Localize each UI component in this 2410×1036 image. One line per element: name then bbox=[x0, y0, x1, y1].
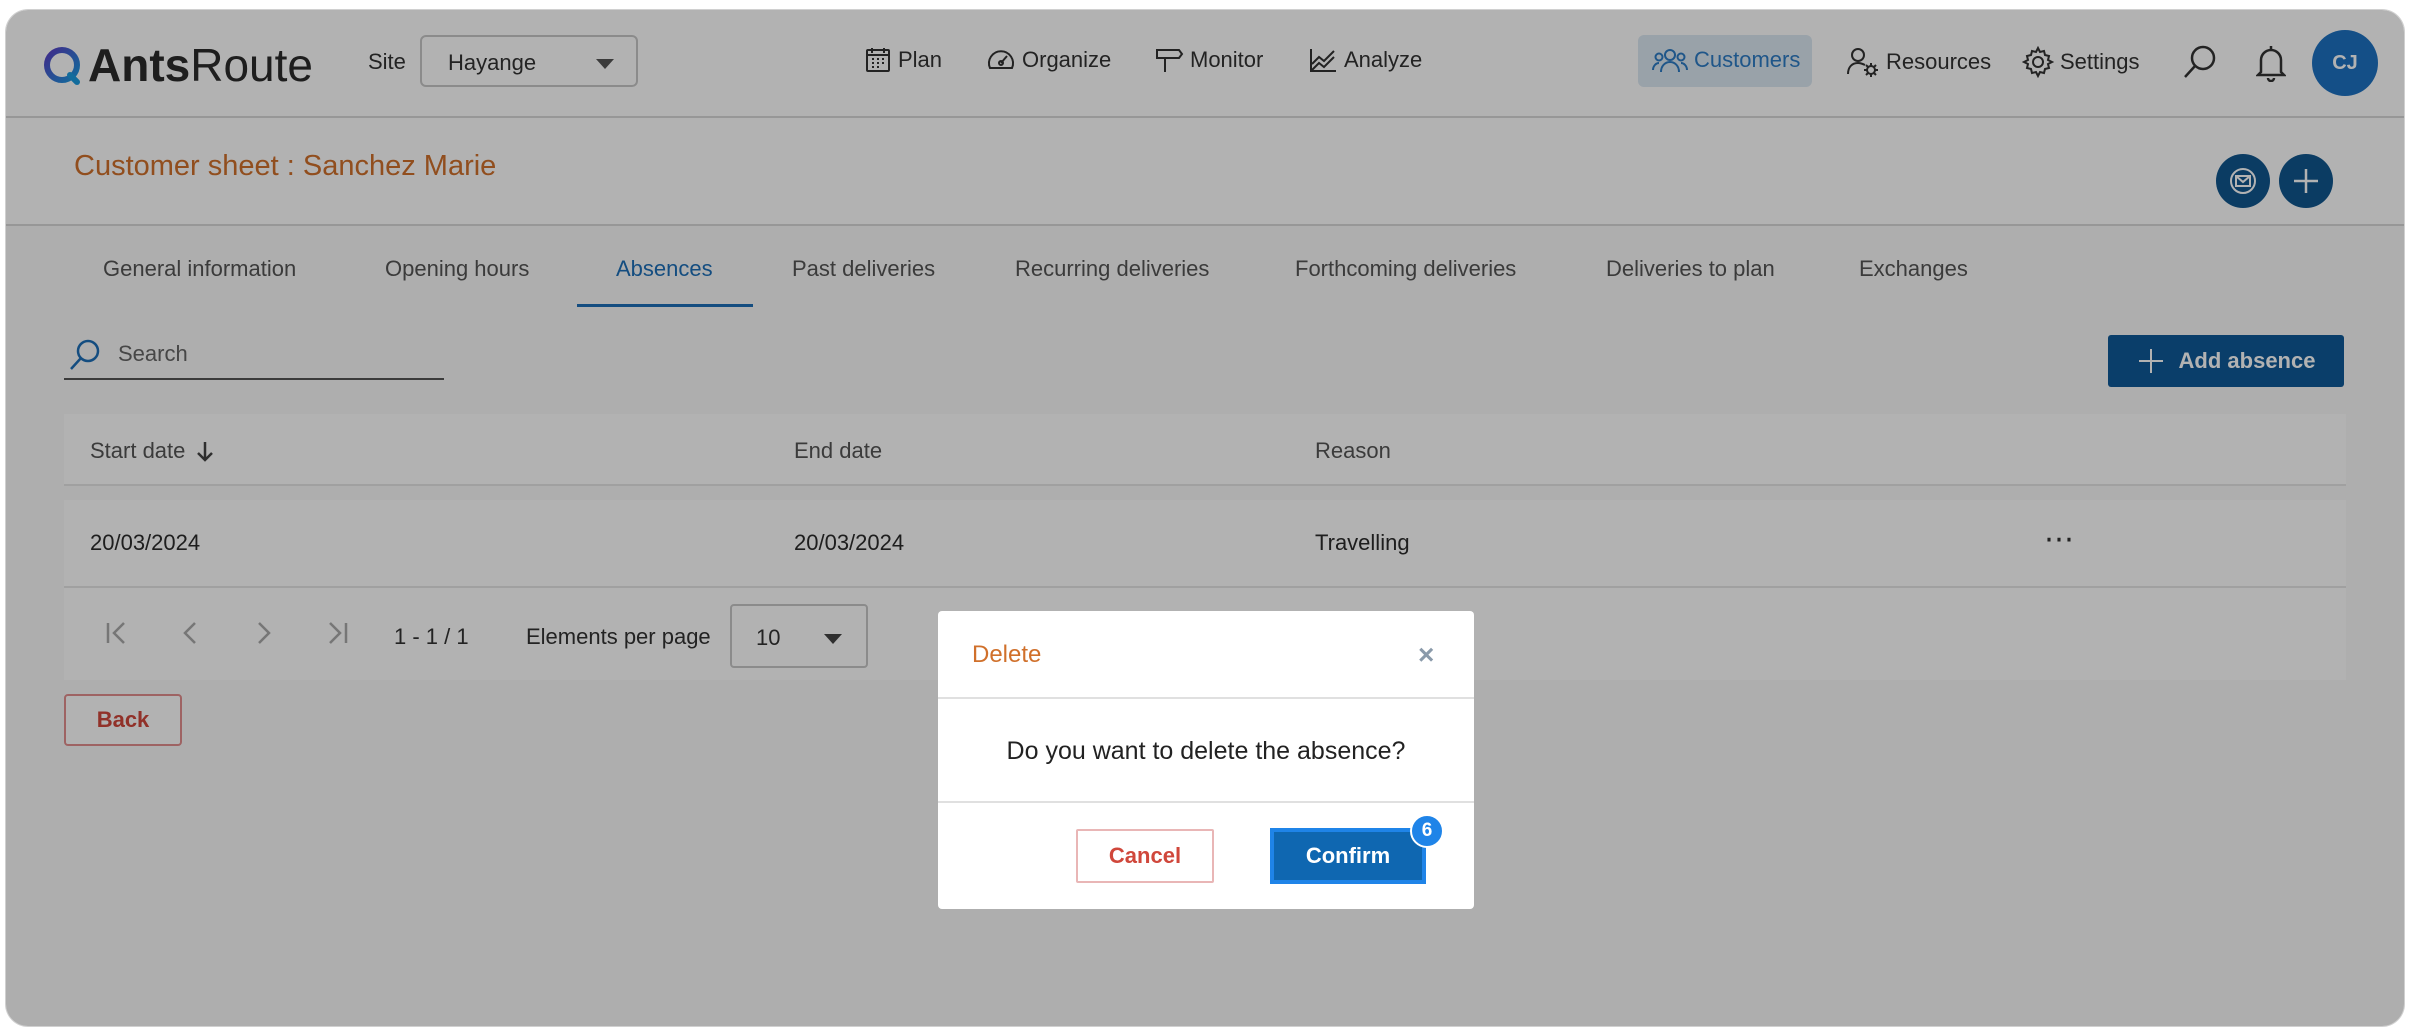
cancel-button[interactable]: Cancel bbox=[1076, 829, 1214, 883]
delete-dialog: Delete × Do you want to delete the absen… bbox=[938, 611, 1474, 909]
divider bbox=[938, 697, 1474, 699]
confirm-button[interactable]: Confirm bbox=[1270, 828, 1426, 884]
dialog-title: Delete bbox=[972, 641, 1042, 668]
step-badge: 6 bbox=[1410, 814, 1444, 848]
close-icon[interactable]: × bbox=[1418, 639, 1434, 671]
divider bbox=[938, 801, 1474, 803]
dialog-message: Do you want to delete the absence? bbox=[1006, 737, 1406, 765]
app-window: Ants Route Site Hayange Plan Organize Mon… bbox=[6, 10, 2404, 1026]
